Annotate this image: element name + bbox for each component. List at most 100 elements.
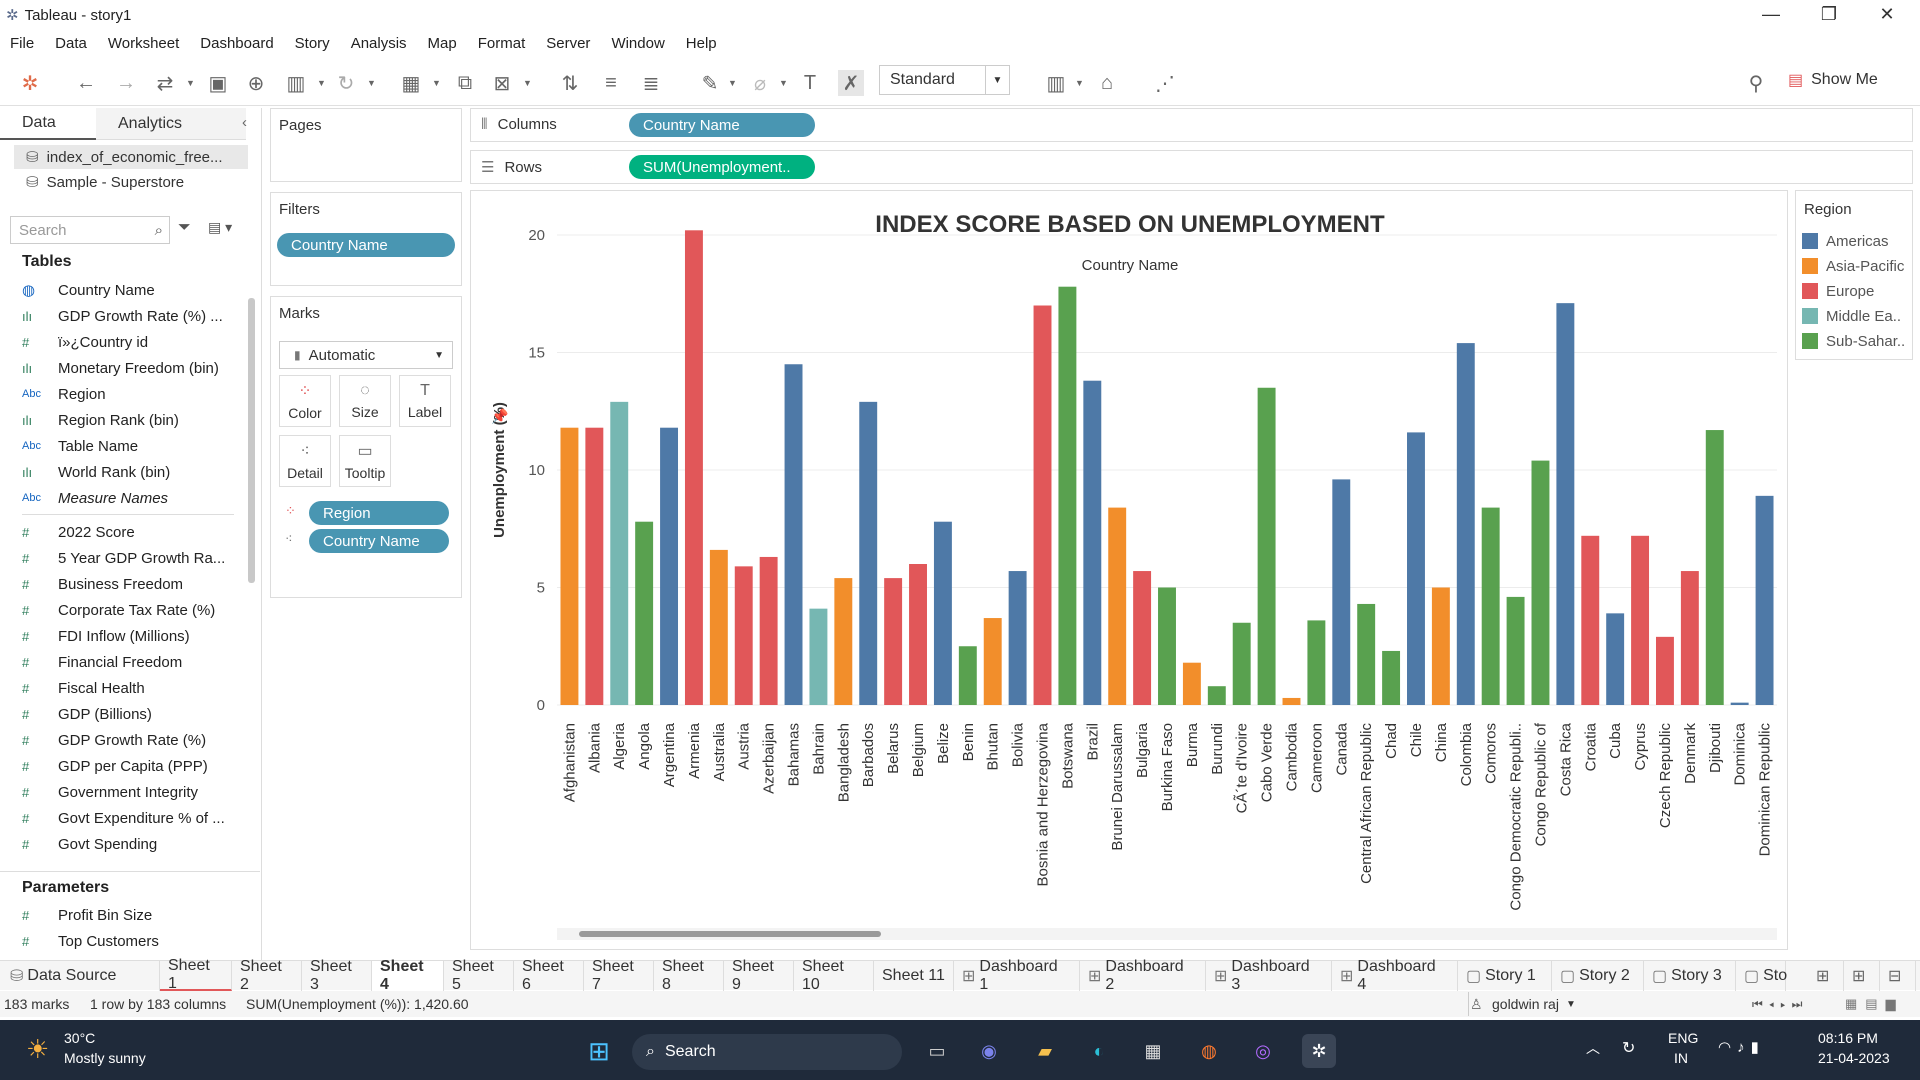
menu-item-analysis[interactable]: Analysis [351, 35, 407, 52]
tab-story-3[interactable]: ▢ Story 3 [1644, 961, 1736, 991]
bar-belize[interactable] [933, 521, 952, 705]
field-item[interactable]: ılı Monetary Freedom (bin) [22, 356, 219, 380]
bar-chad[interactable] [1382, 650, 1401, 705]
tab-sheet-7[interactable]: Sheet 7 [584, 958, 654, 993]
view-mode-icons[interactable]: ▦▤▆ [1845, 996, 1904, 1012]
bar-algeria[interactable] [610, 401, 629, 705]
redo-icon[interactable]: → [113, 70, 139, 96]
bar-dominican-republic[interactable] [1755, 495, 1774, 705]
country-name-pill[interactable]: Country Name [309, 529, 449, 553]
show-labels-icon[interactable]: T [797, 70, 823, 96]
minimize-button[interactable]: — [1742, 0, 1800, 29]
bar-barbados[interactable] [859, 401, 878, 705]
file-explorer-icon[interactable]: ▰ [1028, 1034, 1062, 1068]
pin-icon[interactable]: ⚲ [1743, 70, 1769, 96]
menu-item-worksheet[interactable]: Worksheet [108, 35, 179, 52]
bar-c-te-d-ivoire[interactable] [1232, 622, 1251, 705]
bar-canada[interactable] [1332, 479, 1351, 705]
swap-rows-icon[interactable]: ⇄ [152, 70, 178, 96]
clock-time[interactable]: 08:16 PM [1818, 1030, 1878, 1046]
bar-cyprus[interactable] [1631, 535, 1650, 705]
region-pill[interactable]: Region [309, 501, 449, 525]
region-legend[interactable]: Region Americas Asia-Pacific Europe Middle … [1795, 190, 1913, 360]
tab-sheet-6[interactable]: Sheet 6 [514, 958, 584, 993]
sort-ascending-icon[interactable]: ≡ [598, 70, 624, 96]
tray-chevron-icon[interactable]: ︿ [1586, 1038, 1600, 1058]
firefox-icon[interactable]: ◍ [1192, 1034, 1226, 1068]
tab-sheet-1[interactable]: Sheet 1 [160, 957, 232, 992]
size-button[interactable]: ◌ Size [339, 375, 391, 427]
tooltip-button[interactable]: ▭ Tooltip [339, 435, 391, 487]
fix-axes-icon[interactable]: ✗ [838, 70, 864, 96]
bar-cabo-verde[interactable] [1257, 387, 1276, 705]
new-worksheet-icon[interactable]: ⊞ [1808, 961, 1844, 991]
parameter-item[interactable]: # Top Customers [22, 929, 159, 953]
bar-bangladesh[interactable] [834, 578, 853, 705]
bar-burkina-faso[interactable] [1158, 587, 1176, 706]
user-name[interactable]: goldwin raj [1492, 996, 1559, 1012]
bar-cambodia[interactable] [1282, 697, 1301, 705]
menu-item-server[interactable]: Server [546, 35, 590, 52]
bar-brunei-darussalam[interactable] [1108, 507, 1127, 705]
show-me-button[interactable]: ▤ Show Me [1788, 70, 1878, 90]
measure-item[interactable]: # Govt Expenditure % of ... [22, 806, 225, 830]
measure-item[interactable]: # FDI Inflow (Millions) [22, 624, 190, 648]
tab-sheet-10[interactable]: Sheet 10 [794, 958, 874, 993]
bar-cuba[interactable] [1606, 613, 1625, 705]
bar-bolivia[interactable] [1008, 571, 1027, 705]
tab-story-1[interactable]: ▢ Story 1 [1458, 961, 1552, 991]
bar-china[interactable] [1431, 587, 1450, 706]
duplicate-sheet-icon[interactable]: ⧉ [452, 70, 478, 96]
bar-afghanistan[interactable] [560, 427, 579, 705]
detail-button[interactable]: ⁖ Detail [279, 435, 331, 487]
bar-azerbaijan[interactable] [759, 556, 778, 705]
filter-pill[interactable]: Country Name [277, 233, 455, 257]
measure-item[interactable]: # Government Integrity [22, 780, 198, 804]
columns-pill[interactable]: Country Name [629, 113, 815, 137]
tab-sheet-9[interactable]: Sheet 9 [724, 958, 794, 993]
bar-dominica[interactable] [1730, 702, 1749, 705]
bar-bosnia-and-herzegovina[interactable] [1033, 305, 1052, 706]
bar-djibouti[interactable] [1705, 430, 1724, 705]
measure-item[interactable]: # Financial Freedom [22, 650, 182, 674]
bar-colombia[interactable] [1456, 343, 1475, 705]
tab-sheet-5[interactable]: Sheet 5 [444, 958, 514, 993]
bar-botswana[interactable] [1058, 286, 1077, 705]
refresh-icon[interactable]: ↻ [333, 70, 359, 96]
chevron-down-icon[interactable]: ▼ [985, 66, 1009, 94]
tableau-taskbar-icon[interactable]: ✲ [1302, 1034, 1336, 1068]
bar-central-african-republic[interactable] [1357, 603, 1376, 705]
measure-item[interactable]: # Fiscal Health [22, 676, 145, 700]
legend-item[interactable]: Europe [1802, 281, 1874, 301]
columns-shelf[interactable]: ⦀ Columns Country Name [470, 108, 1913, 142]
edge-icon[interactable]: ◐ [1082, 1034, 1116, 1068]
clock-date[interactable]: 21-04-2023 [1818, 1050, 1890, 1066]
bar-albania[interactable] [585, 427, 604, 705]
field-item[interactable]: Abc Table Name [22, 434, 138, 458]
tab-sheet-11[interactable]: Sheet 11 [874, 961, 954, 991]
close-button[interactable]: ✕ [1858, 0, 1916, 29]
collapse-icon[interactable]: ‹ [242, 114, 247, 131]
weather-temp[interactable]: 30°C [64, 1030, 95, 1046]
measure-item[interactable]: # GDP per Capita (PPP) [22, 754, 208, 778]
bar-austria[interactable] [734, 566, 753, 705]
language-indicator[interactable]: ENG [1668, 1030, 1698, 1046]
bar-bhutan[interactable] [983, 618, 1002, 705]
measure-item[interactable]: # Business Freedom [22, 572, 183, 596]
swap-icon[interactable]: ⇅ [557, 70, 583, 96]
bar-congo-democratic-republi-[interactable] [1506, 596, 1525, 705]
bar-croatia[interactable] [1581, 535, 1600, 705]
clear-sheet-icon[interactable]: ⊠ [489, 70, 515, 96]
tab-analytics[interactable]: Analytics [96, 108, 246, 140]
store-icon[interactable]: ▦ [1136, 1034, 1170, 1068]
parameter-item[interactable]: # Profit Bin Size [22, 903, 152, 927]
legend-item[interactable]: Sub-Sahar.. [1802, 331, 1905, 351]
windows-start-icon[interactable]: ⊞ [582, 1034, 616, 1068]
measure-item[interactable]: # Corporate Tax Rate (%) [22, 598, 215, 622]
presentation-mode-icon[interactable]: ⌂ [1094, 70, 1120, 96]
legend-item[interactable]: Asia-Pacific [1802, 256, 1904, 276]
tab-sheet-8[interactable]: Sheet 8 [654, 958, 724, 993]
highlight-icon[interactable]: ✎ [697, 70, 723, 96]
menu-item-format[interactable]: Format [478, 35, 526, 52]
bar-chile[interactable] [1407, 432, 1425, 705]
